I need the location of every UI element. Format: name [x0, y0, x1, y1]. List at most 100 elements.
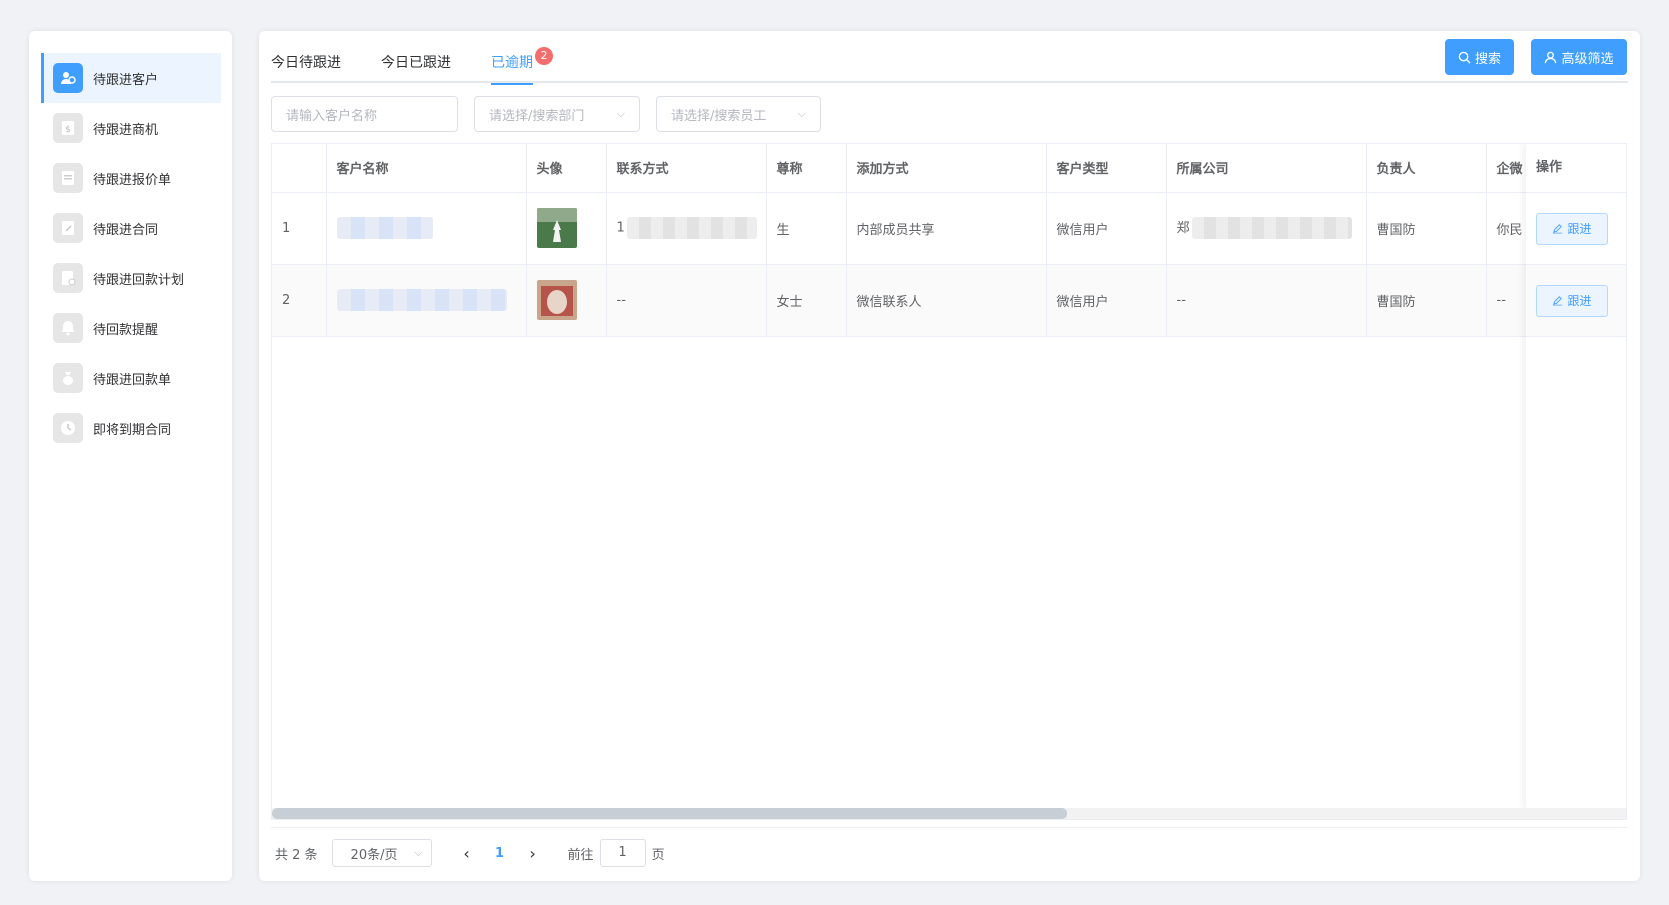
overdue-count-badge: 2 — [535, 47, 553, 65]
col-operation: 操作 — [1526, 144, 1626, 193]
sidebar-item-label: 待跟进报价单 — [93, 172, 172, 188]
advanced-filter-button[interactable]: 高级筛选 — [1531, 39, 1627, 75]
employee-placeholder: 请选择/搜索员工 — [671, 108, 767, 124]
tab-bar: 今日待跟进 今日已跟进 已逾期 2 — [271, 43, 1628, 85]
contract-icon — [53, 213, 83, 243]
tab-today-followed[interactable]: 今日已跟进 — [381, 43, 451, 83]
edit-icon — [1553, 224, 1563, 234]
next-page-icon[interactable]: › — [518, 844, 548, 863]
total-count: 共 2 条 — [275, 847, 318, 863]
avatar — [536, 280, 577, 320]
filter-bar: 请输入客户名称 请选择/搜索部门 ⌵ 请选择/搜索员工 ⌵ — [271, 96, 837, 132]
sidebar-item-pending-customers[interactable]: 待跟进客户 — [41, 53, 221, 103]
redacted-name — [336, 289, 507, 311]
owner-cell: 曹国防 — [1366, 192, 1487, 265]
avatar-cell — [526, 192, 607, 265]
search-icon — [1458, 51, 1471, 64]
sidebar-item-pending-receipts[interactable]: 待跟进回款单 — [41, 353, 221, 403]
money-bag-icon — [53, 363, 83, 393]
table-header-row: 客户名称 头像 联系方式 尊称 添加方式 客户类型 所属公司 负责人 企微 — [272, 144, 1626, 193]
company-cell: 郑 — [1166, 192, 1367, 265]
col-customer-name: 客户名称 — [326, 144, 527, 193]
company-cell: -- — [1166, 264, 1367, 337]
user-icon — [1545, 51, 1557, 63]
horizontal-scrollbar[interactable] — [272, 808, 1626, 819]
goto-page-input[interactable]: 1 — [599, 839, 646, 867]
sidebar-item-label: 待跟进回款计划 — [93, 272, 185, 288]
follow-up-label: 跟进 — [1567, 222, 1592, 236]
contact-cell: -- — [606, 264, 767, 337]
sidebar-item-pending-opportunities[interactable]: $ 待跟进商机 — [41, 103, 221, 153]
sidebar-item-payment-reminders[interactable]: 待回款提醒 — [41, 303, 221, 353]
follow-up-label: 跟进 — [1567, 294, 1592, 308]
col-owner: 负责人 — [1366, 144, 1487, 193]
redacted-name — [336, 217, 433, 239]
operation-cell: 跟进 — [1526, 193, 1626, 265]
page-suffix: 页 — [651, 847, 665, 863]
redacted-contact — [626, 217, 757, 239]
divider — [271, 827, 1628, 828]
chevron-down-icon: ⌵ — [797, 107, 806, 120]
search-button[interactable]: 搜索 — [1445, 39, 1514, 75]
edit-icon — [1553, 296, 1563, 306]
sidebar-item-label: 待跟进合同 — [93, 222, 159, 238]
page-number-current[interactable]: 1 — [482, 846, 518, 861]
sidebar-item-expiring-contracts[interactable]: 即将到期合同 — [41, 403, 221, 453]
customer-name-cell — [326, 192, 527, 265]
table-row[interactable]: 1 1 生 内部成员共享 微信用户 郑 曹国防 你民 — [272, 192, 1626, 265]
contact-prefix: 1 — [616, 220, 625, 236]
opportunity-icon: $ — [53, 113, 83, 143]
col-company: 所属公司 — [1166, 144, 1367, 193]
svg-text:$: $ — [65, 125, 71, 135]
title-cell: 女士 — [766, 264, 847, 337]
department-placeholder: 请选择/搜索部门 — [489, 108, 585, 124]
add-method-cell: 内部成员共享 — [846, 192, 1047, 265]
tab-overdue[interactable]: 已逾期 2 — [491, 43, 553, 85]
chevron-down-icon: ⌵ — [414, 846, 423, 859]
row-index: 2 — [272, 264, 327, 337]
goto-label: 前往 — [567, 847, 594, 863]
sidebar-item-label: 待跟进客户 — [93, 72, 159, 88]
sidebar-item-pending-quotes[interactable]: 待跟进报价单 — [41, 153, 221, 203]
payment-plan-icon — [53, 263, 83, 293]
page-size-value: 20条/页 — [350, 847, 398, 863]
customer-name-cell — [326, 264, 527, 337]
owner-cell: 曹国防 — [1366, 264, 1487, 337]
operation-cell: 跟进 — [1526, 265, 1626, 337]
contact-cell: 1 — [606, 192, 767, 265]
operation-column: 操作 跟进 跟进 — [1526, 144, 1626, 810]
col-index — [272, 144, 327, 193]
prev-page-icon[interactable]: ‹ — [452, 844, 482, 863]
department-select[interactable]: 请选择/搜索部门 ⌵ — [474, 96, 640, 132]
pagination: 共 2 条 20条/页 ⌵ ‹ 1 › 前往 1 页 — [275, 839, 665, 867]
employee-select[interactable]: 请选择/搜索员工 ⌵ — [656, 96, 821, 132]
clock-icon — [53, 413, 83, 443]
customer-table: 客户名称 头像 联系方式 尊称 添加方式 客户类型 所属公司 负责人 企微 1 — [271, 143, 1627, 820]
sidebar-item-label: 待回款提醒 — [93, 322, 159, 338]
tab-today-pending[interactable]: 今日待跟进 — [271, 43, 341, 83]
advanced-filter-label: 高级筛选 — [1561, 51, 1614, 67]
avatar-cell — [526, 264, 607, 337]
follow-up-button[interactable]: 跟进 — [1536, 284, 1608, 317]
page-size-select[interactable]: 20条/页 ⌵ — [331, 839, 432, 867]
customer-type-cell: 微信用户 — [1046, 264, 1167, 337]
col-customer-type: 客户类型 — [1046, 144, 1167, 193]
customer-type-cell: 微信用户 — [1046, 192, 1167, 265]
customer-name-input[interactable]: 请输入客户名称 — [271, 96, 458, 132]
customer-name-placeholder: 请输入客户名称 — [286, 108, 378, 124]
row-index: 1 — [272, 192, 327, 265]
table-row[interactable]: 2 -- 女士 微信联系人 微信用户 -- 曹国防 -- — [272, 264, 1626, 337]
col-contact: 联系方式 — [606, 144, 767, 193]
sidebar-item-pending-payment-plans[interactable]: 待跟进回款计划 — [41, 253, 221, 303]
sidebar: 待跟进客户 $ 待跟进商机 待跟进报价单 待跟进合同 待跟进回款计划 待回款提醒 — [29, 31, 232, 881]
scrollbar-thumb[interactable] — [272, 808, 1067, 819]
col-title: 尊称 — [766, 144, 847, 193]
col-avatar: 头像 — [526, 144, 607, 193]
sidebar-item-label: 待跟进商机 — [93, 122, 159, 138]
main-panel: 今日待跟进 今日已跟进 已逾期 2 搜索 高级筛选 请输入客户名称 请选择/搜索… — [259, 31, 1640, 881]
sidebar-item-pending-contracts[interactable]: 待跟进合同 — [41, 203, 221, 253]
col-add-method: 添加方式 — [846, 144, 1047, 193]
redacted-company — [1191, 217, 1352, 240]
follow-up-button[interactable]: 跟进 — [1536, 212, 1608, 245]
quote-icon — [53, 163, 83, 193]
